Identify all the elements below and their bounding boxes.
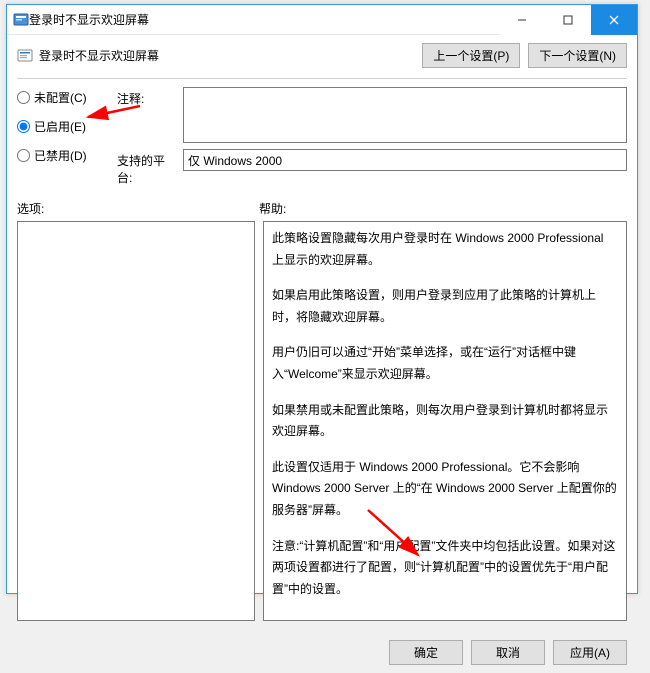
content-area: 登录时不显示欢迎屏幕 上一个设置(P) 下一个设置(N) 未配置(C) 已启用(… (7, 35, 637, 631)
radio-disabled-label: 已禁用(D) (34, 147, 87, 164)
apply-button[interactable]: 应用(A) (553, 640, 627, 665)
help-paragraph: 注意:“计算机配置”和“用户配置”文件夹中均包括此设置。如果对这两项设置都进行了… (272, 536, 618, 601)
help-paragraph: 如果启用此策略设置，则用户登录到应用了此策略的计算机上时，将隐藏欢迎屏幕。 (272, 285, 618, 328)
radio-enabled[interactable]: 已启用(E) (17, 118, 105, 135)
close-button[interactable] (591, 5, 637, 35)
platform-row: 支持的平台: 仅 Windows 2000 (117, 149, 627, 186)
comment-row: 注释: (117, 87, 627, 143)
help-paragraph: 此设置仅适用于 Windows 2000 Professional。它不会影响 … (272, 457, 618, 522)
ok-button[interactable]: 确定 (389, 640, 463, 665)
right-column: 注释: 支持的平台: 仅 Windows 2000 (117, 87, 627, 186)
options-box[interactable] (17, 221, 255, 621)
minimize-button[interactable] (499, 5, 545, 35)
help-label: 帮助: (259, 200, 627, 217)
help-box[interactable]: 此策略设置隐藏每次用户登录时在 Windows 2000 Professiona… (263, 221, 627, 621)
lower-row: 此策略设置隐藏每次用户登录时在 Windows 2000 Professiona… (17, 221, 627, 621)
maximize-button[interactable] (545, 5, 591, 35)
help-paragraph: 此策略设置隐藏每次用户登录时在 Windows 2000 Professiona… (272, 228, 618, 271)
radio-not-configured[interactable]: 未配置(C) (17, 89, 105, 106)
header-row: 登录时不显示欢迎屏幕 上一个设置(P) 下一个设置(N) (17, 43, 627, 68)
policy-icon (17, 48, 33, 64)
window-controls (499, 5, 637, 34)
options-label: 选项: (17, 200, 259, 217)
cancel-button[interactable]: 取消 (471, 640, 545, 665)
radio-not-configured-input[interactable] (17, 91, 30, 104)
radio-column: 未配置(C) 已启用(E) 已禁用(D) (17, 87, 105, 186)
header-title: 登录时不显示欢迎屏幕 (39, 47, 159, 64)
help-paragraph: 如果禁用或未配置此策略，则每次用户登录到计算机时都将显示欢迎屏幕。 (272, 400, 618, 443)
section-labels: 选项: 帮助: (17, 200, 627, 217)
radio-not-configured-label: 未配置(C) (34, 89, 87, 106)
radio-enabled-label: 已启用(E) (34, 118, 86, 135)
help-paragraph: 用户仍旧可以通过“开始”菜单选择，或在“运行”对话框中键入“Welcome”来显… (272, 342, 618, 385)
policy-editor-window: 登录时不显示欢迎屏幕 (6, 4, 638, 594)
config-area: 未配置(C) 已启用(E) 已禁用(D) 注释: 支持的平台: (17, 87, 627, 186)
previous-setting-button[interactable]: 上一个设置(P) (422, 43, 520, 68)
platform-value: 仅 Windows 2000 (183, 149, 627, 171)
radio-enabled-input[interactable] (17, 120, 30, 133)
divider (17, 78, 627, 79)
comment-label: 注释: (117, 87, 173, 107)
app-icon (13, 12, 29, 28)
next-setting-button[interactable]: 下一个设置(N) (528, 43, 627, 68)
comment-input[interactable] (183, 87, 627, 143)
platform-label: 支持的平台: (117, 149, 173, 186)
dialog-footer: 确定 取消 应用(A) (7, 631, 637, 673)
radio-disabled[interactable]: 已禁用(D) (17, 147, 105, 164)
radio-disabled-input[interactable] (17, 149, 30, 162)
window-title: 登录时不显示欢迎屏幕 (29, 11, 499, 28)
titlebar: 登录时不显示欢迎屏幕 (7, 5, 637, 35)
